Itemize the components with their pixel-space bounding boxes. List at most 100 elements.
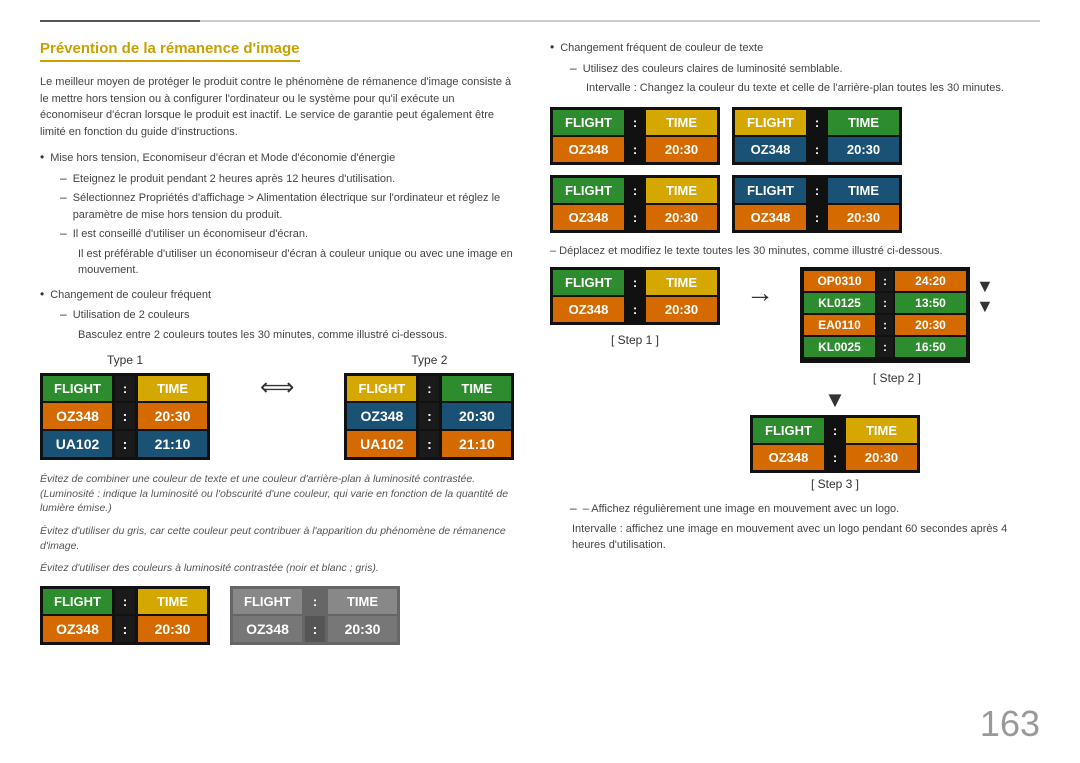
board1-row2-colon: : [115,431,135,457]
board2-header-colon: : [419,376,439,401]
btl-r1r: 20:30 [646,137,717,162]
btr-r1r: 20:30 [828,137,899,162]
bb2-header-colon: : [305,589,325,614]
bmr-r1c: : [808,205,826,230]
dash3-text: Il est conseillé d'utiliser un économise… [73,226,308,243]
btl-r1c: : [626,137,644,162]
dash-item-4: Il est préférable d'utiliser un économis… [60,246,520,279]
step3-board-header: FLIGHT : TIME [753,418,917,443]
step3-board-row1: OZ348 : 20:30 [753,445,917,470]
italic1: Évitez de combiner une couleur de texte … [40,472,520,516]
board2-row1: OZ348 : 20:30 [347,403,511,429]
bottom-note1-text: – Affichez régulièrement une image en mo… [583,501,900,518]
board1-header-colon: : [115,376,135,401]
board1-row1-colon: : [115,403,135,429]
board1-row1-left: OZ348 [43,403,112,429]
type1-block: Type 1 FLIGHT : TIME OZ348 : 20:30 [40,353,210,460]
bml-r1l: OZ348 [553,205,624,230]
s1-r1c: : [626,297,644,322]
left-column: Prévention de la rémanence d'image Le me… [40,40,520,743]
arrow-down-1: ▼ [976,277,994,295]
board2-row1-left: OZ348 [347,403,416,429]
italic2: Évitez d'utiliser du gris, car cette cou… [40,524,520,553]
step2-inner: OP0310 : 24:20 KL0125 : 13:50 [800,267,994,363]
bottom-note2: Intervalle : affichez une image en mouve… [572,521,1040,554]
s1-hl: FLIGHT [553,270,624,295]
right-boards-top: FLIGHT : TIME OZ348 : 20:30 FLIGHT : [550,107,1040,165]
scroll-row1: OP0310 : 24:20 [804,271,966,291]
btr-r1c: : [808,137,826,162]
right-bullet1-text: Changement fréquent de couleur de texte [560,40,763,57]
right-column: • Changement fréquent de couleur de text… [550,40,1040,743]
board2-row2-right: 21:10 [442,431,511,457]
btl-r1l: OZ348 [553,137,624,162]
board-tl: FLIGHT : TIME OZ348 : 20:30 [550,107,720,165]
dash-item-2: – Sélectionnez Propriétés d'affichage > … [60,190,520,223]
board1-row1: OZ348 : 20:30 [43,403,207,429]
bullet-section-2: • Changement de couleur fréquent – Utili… [40,287,520,344]
board-ml: FLIGHT : TIME OZ348 : 20:30 [550,175,720,233]
dash5-text: Utilisation de 2 couleurs [73,307,190,324]
bmr-r1l: OZ348 [735,205,806,230]
bmr-hc: : [808,178,826,203]
bullet2-text: Changement de couleur fréquent [50,287,211,304]
dash1-text: Eteignez le produit pendant 2 heures apr… [73,171,396,188]
bmr-hl: FLIGHT [735,178,806,203]
btr-hl: FLIGHT [735,110,806,135]
bb1-header-colon: : [115,589,135,614]
board-mr-row1: OZ348 : 20:30 [735,205,899,230]
double-arrow: ⟺ [250,373,304,402]
bottom-board1-row1: OZ348 : 20:30 [43,616,207,642]
board1-row2-left: UA102 [43,431,112,457]
scr2-r: 13:50 [895,293,966,313]
dash-item-6: Basculez entre 2 couleurs toutes les 30 … [60,327,520,344]
step-arrow-right: → [740,277,780,309]
bml-hl: FLIGHT [553,178,624,203]
board2-header-right: TIME [442,376,511,401]
bml-r1r: 20:30 [646,205,717,230]
board2-row1-right: 20:30 [442,403,511,429]
bottom-board2-header: FLIGHT : TIME [233,589,397,614]
right-sub1-text: Utilisez des couleurs claires de luminos… [583,61,843,78]
top-border [40,20,1040,22]
board1-header: FLIGHT : TIME [43,376,207,401]
type2-label: Type 2 [411,353,447,367]
step1-board-header: FLIGHT : TIME [553,270,717,295]
bullet1-text: Mise hors tension, Economiseur d'écran e… [50,150,395,167]
scroll-row2: KL0125 : 13:50 [804,293,966,313]
btr-r1l: OZ348 [735,137,806,162]
bml-hc: : [626,178,644,203]
step3-board: FLIGHT : TIME OZ348 : 20:30 [750,415,920,473]
small-arrows: ▼ ▼ [976,277,994,315]
s3-r1l: OZ348 [753,445,824,470]
bottom-boards: FLIGHT : TIME OZ348 : 20:30 FLIGHT : [40,586,520,645]
s3-hc: : [826,418,844,443]
bottom-board1-header: FLIGHT : TIME [43,589,207,614]
bb1-row1-right: 20:30 [138,616,207,642]
btl-hc: : [626,110,644,135]
btr-hr: TIME [828,110,899,135]
board-mr: FLIGHT : TIME OZ348 : 20:30 [732,175,902,233]
type1-label: Type 1 [107,353,143,367]
bmr-r1r: 20:30 [828,205,899,230]
board1-header-right: TIME [138,376,207,401]
scr1-c: : [877,271,893,291]
right-sub1: – Utilisez des couleurs claires de lumin… [570,61,1040,78]
s3-hr: TIME [846,418,917,443]
board2-header: FLIGHT : TIME [347,376,511,401]
right-sub2-text: Intervalle : Changez la couleur du texte… [586,80,1004,97]
scr4-c: : [877,337,893,357]
step1-board-row1: OZ348 : 20:30 [553,297,717,322]
scr1-l: OP0310 [804,271,875,291]
page: Prévention de la rémanence d'image Le me… [0,0,1080,763]
step1-label: [ Step 1 ] [611,333,659,347]
page-number: 163 [980,703,1040,745]
s1-r1l: OZ348 [553,297,624,322]
scrolling-board: OP0310 : 24:20 KL0125 : 13:50 [800,267,970,363]
step1-board: FLIGHT : TIME OZ348 : 20:30 [550,267,720,325]
board2: FLIGHT : TIME OZ348 : 20:30 UA102 : [344,373,514,460]
bb1-row1-left: OZ348 [43,616,112,642]
step3-container: ▼ FLIGHT : TIME OZ348 : 20:30 [ Step 3 ] [630,389,1040,491]
scr3-c: : [877,315,893,335]
s1-r1r: 20:30 [646,297,717,322]
